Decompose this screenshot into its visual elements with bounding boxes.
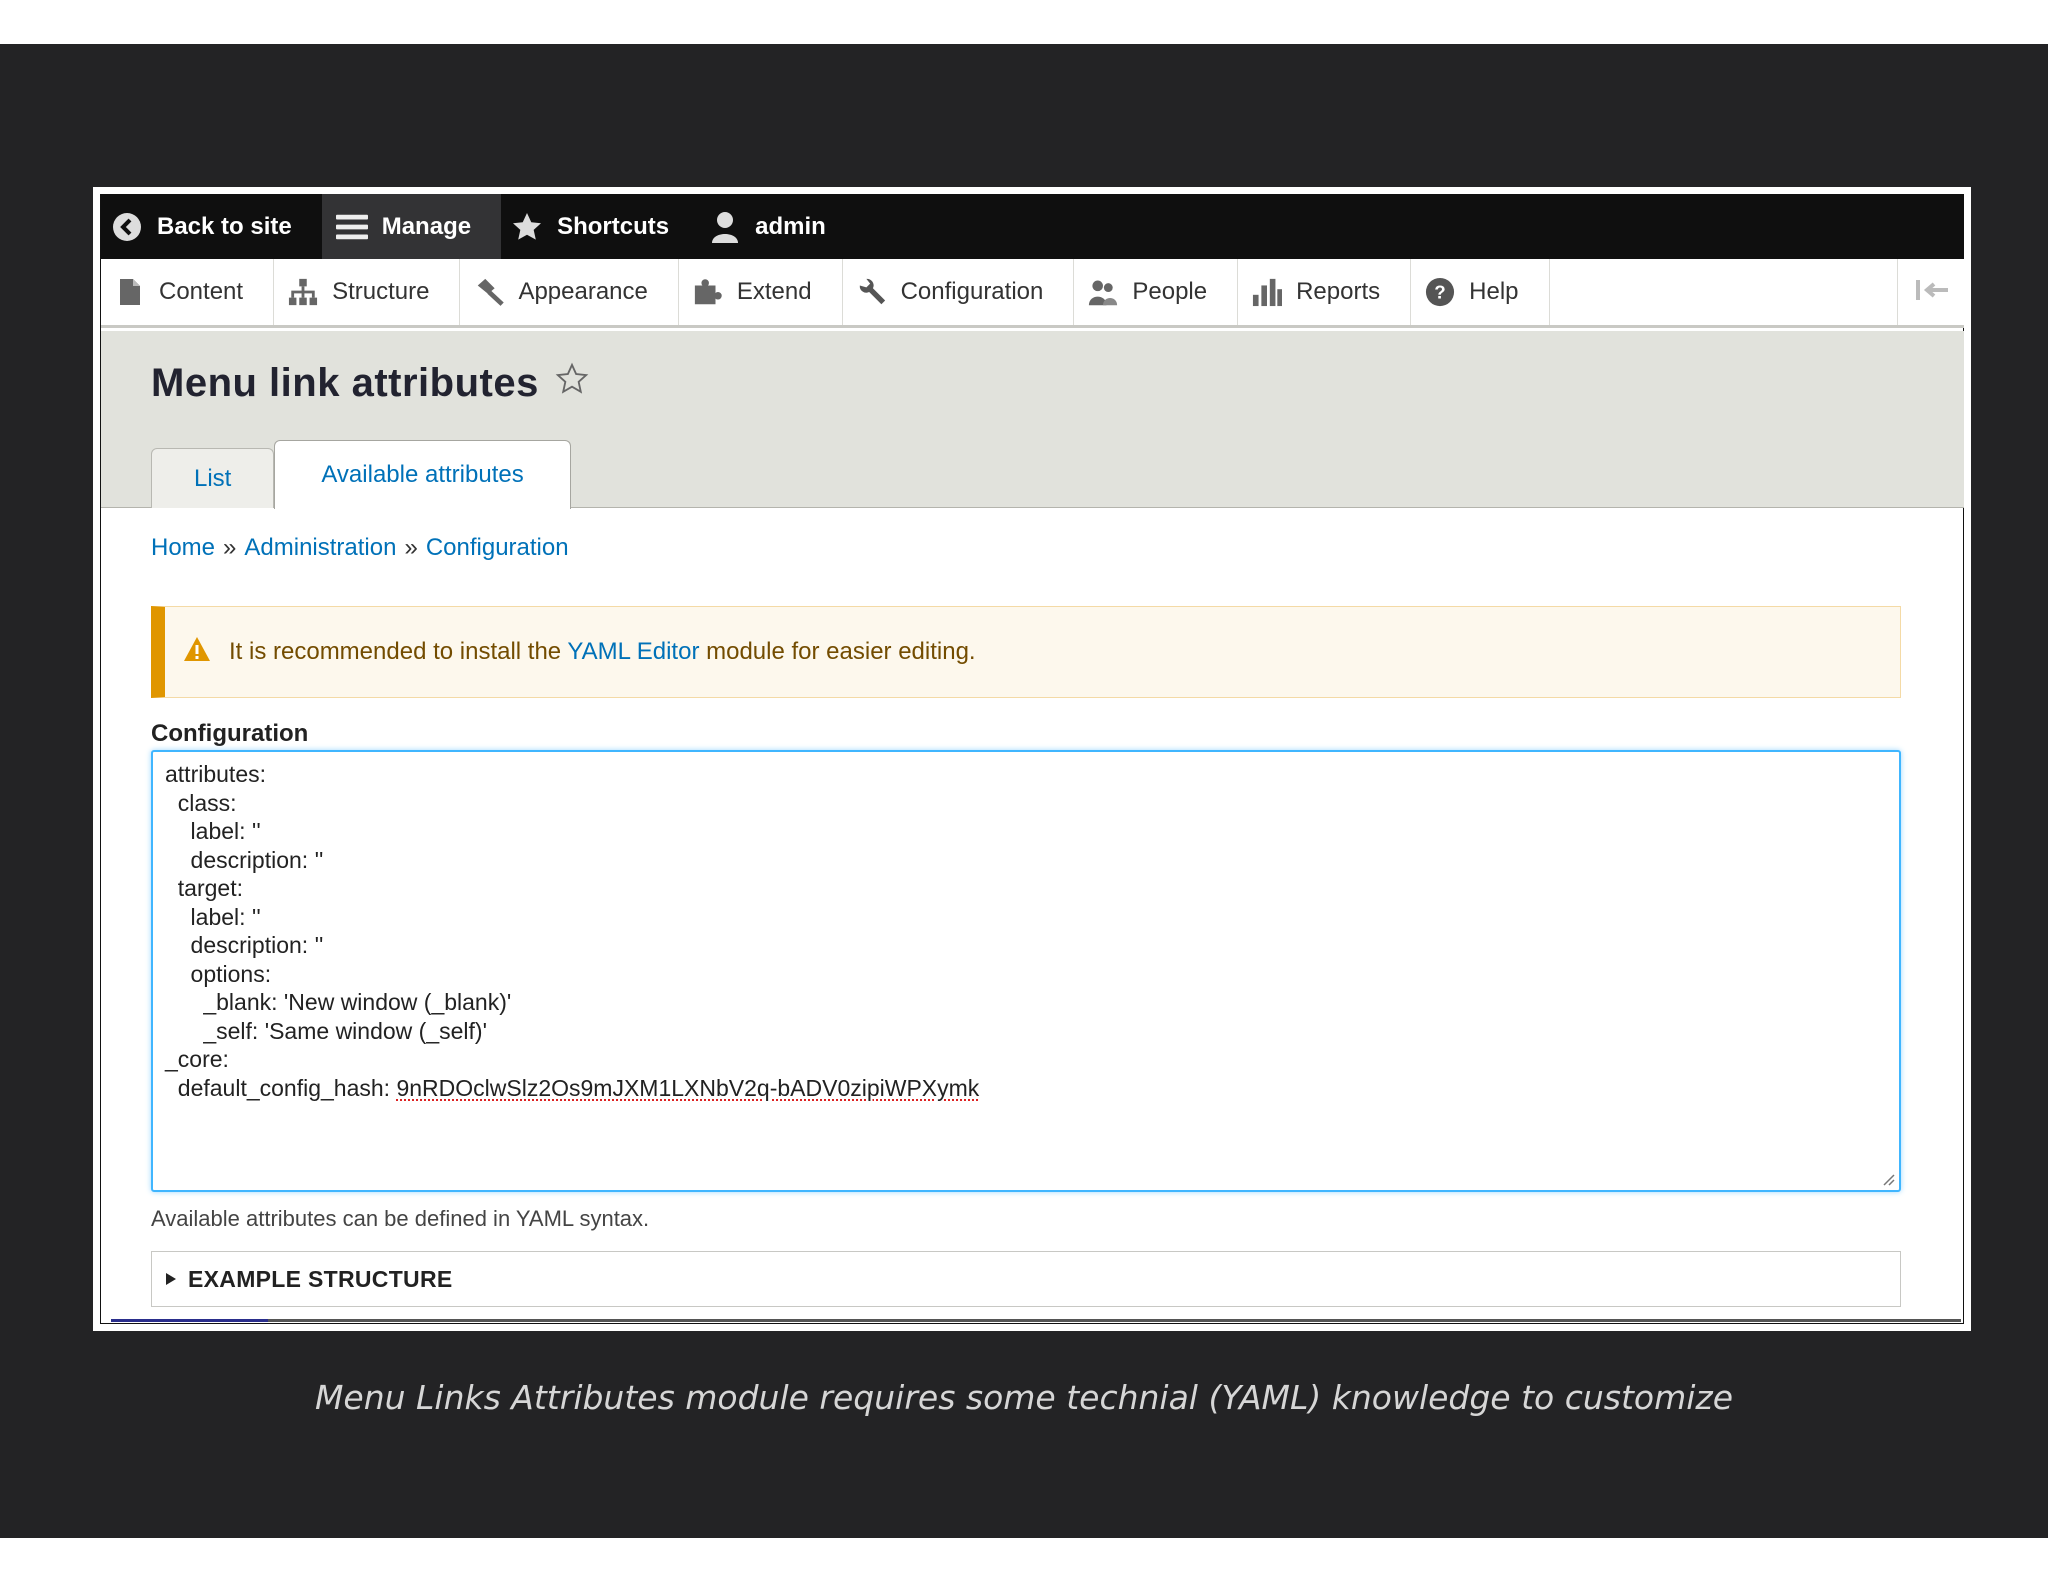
menu-item-configuration[interactable]: Configuration — [843, 259, 1075, 325]
breadcrumb-home[interactable]: Home — [151, 534, 215, 562]
collapse-arrow-icon — [1914, 278, 1950, 307]
menu-item-label: Configuration — [900, 278, 1044, 305]
back-arrow-icon — [111, 211, 143, 243]
warning-text-before: It is recommended to install the — [229, 638, 562, 665]
breadcrumb: Home » Administration » Configuration — [151, 534, 569, 562]
menu-item-reports[interactable]: Reports — [1238, 259, 1412, 325]
slide-caption: Menu Links Attributes module requires so… — [314, 1378, 1734, 1417]
page-title: Menu link attributes — [151, 361, 589, 406]
menu-item-extend[interactable]: Extend — [679, 259, 843, 325]
help-icon: ? — [1425, 277, 1455, 307]
shortcut-star-icon[interactable] — [555, 361, 589, 406]
people-icon — [1088, 277, 1118, 307]
configuration-description: Available attributes can be defined in Y… — [151, 1206, 650, 1231]
svg-text:?: ? — [1434, 282, 1445, 303]
configuration-text: attributes: class: label: '' description… — [165, 760, 1887, 1102]
menu-item-label: Reports — [1296, 278, 1381, 305]
shortcuts-label: Shortcuts — [557, 212, 670, 240]
example-structure-label: EXAMPLE STRUCTURE — [188, 1265, 453, 1292]
video-progress-fill — [111, 1319, 269, 1322]
warning-message: It is recommended to install the YAML Ed… — [151, 606, 1901, 698]
yaml-editor-link[interactable]: YAML Editor — [567, 638, 699, 665]
configuration-textarea[interactable]: attributes: class: label: '' description… — [151, 750, 1901, 1192]
screenshot-frame: Back to site Manage Shortcuts admin Cont… — [93, 187, 1971, 1331]
user-icon — [709, 211, 741, 243]
tab-available-attributes[interactable]: Available attributes — [274, 440, 571, 509]
file-icon — [115, 277, 145, 307]
page-title-text: Menu link attributes — [151, 361, 539, 405]
back-to-site-link[interactable]: Back to site — [101, 194, 322, 259]
tray-orientation-toggle[interactable] — [1897, 259, 1964, 325]
triangle-right-icon — [164, 1266, 178, 1293]
menu-item-people[interactable]: People — [1074, 259, 1239, 325]
page-header: Menu link attributes List Available attr… — [101, 331, 1964, 509]
manage-label: Manage — [381, 212, 472, 240]
menu-item-label: People — [1132, 278, 1208, 305]
manage-tab[interactable]: Manage — [321, 194, 502, 259]
menu-item-appearance[interactable]: Appearance — [460, 259, 679, 325]
warning-text: It is recommended to install the YAML Ed… — [229, 638, 976, 666]
example-structure-details[interactable]: EXAMPLE STRUCTURE — [151, 1251, 1901, 1307]
menu-item-label: Extend — [736, 278, 812, 305]
resize-handle-icon[interactable] — [1881, 1172, 1895, 1186]
breadcrumb-separator: » — [223, 534, 237, 561]
user-label: admin — [755, 212, 826, 240]
admin-menu-tray: Content Structure Appearance Extend Conf… — [101, 259, 1964, 328]
configuration-label: Configuration — [151, 720, 309, 747]
admin-toolbar: Back to site Manage Shortcuts admin — [101, 194, 1964, 259]
menu-item-label: Help — [1469, 278, 1519, 305]
warning-text-after: module for easier editing. — [706, 638, 976, 665]
configuration-yaml: attributes: class: label: '' description… — [165, 761, 512, 1101]
shortcuts-tab[interactable]: Shortcuts — [501, 194, 699, 259]
menu-item-label: Content — [159, 278, 244, 305]
bar-chart-icon — [1252, 277, 1283, 307]
menu-item-content[interactable]: Content — [101, 259, 275, 325]
breadcrumb-administration[interactable]: Administration — [244, 534, 396, 562]
breadcrumb-separator: » — [404, 534, 418, 561]
tabs: List Available attributes — [151, 440, 571, 509]
breadcrumb-configuration[interactable]: Configuration — [426, 534, 569, 562]
config-hash: 9nRDOclwSlz2Os9mJXM1LXNbV2q-bADV0zipiWPX… — [396, 1074, 980, 1101]
menu-item-help[interactable]: ? Help — [1411, 259, 1550, 325]
menu-item-structure[interactable]: Structure — [274, 259, 461, 325]
video-progress-bar[interactable] — [111, 1319, 1961, 1322]
menu-item-label: Structure — [332, 278, 430, 305]
back-to-site-label: Back to site — [157, 212, 292, 240]
hamburger-icon — [335, 211, 368, 243]
star-icon — [511, 211, 543, 243]
user-tab[interactable]: admin — [699, 194, 856, 259]
wrench-icon — [857, 277, 887, 307]
puzzle-icon — [693, 277, 723, 307]
admin-page: Back to site Manage Shortcuts admin Cont… — [100, 194, 1964, 1324]
tab-list[interactable]: List — [151, 448, 275, 508]
sitemap-icon — [288, 277, 318, 307]
menu-item-label: Appearance — [518, 278, 648, 305]
paintbrush-icon — [474, 277, 505, 307]
warning-icon — [183, 636, 211, 669]
